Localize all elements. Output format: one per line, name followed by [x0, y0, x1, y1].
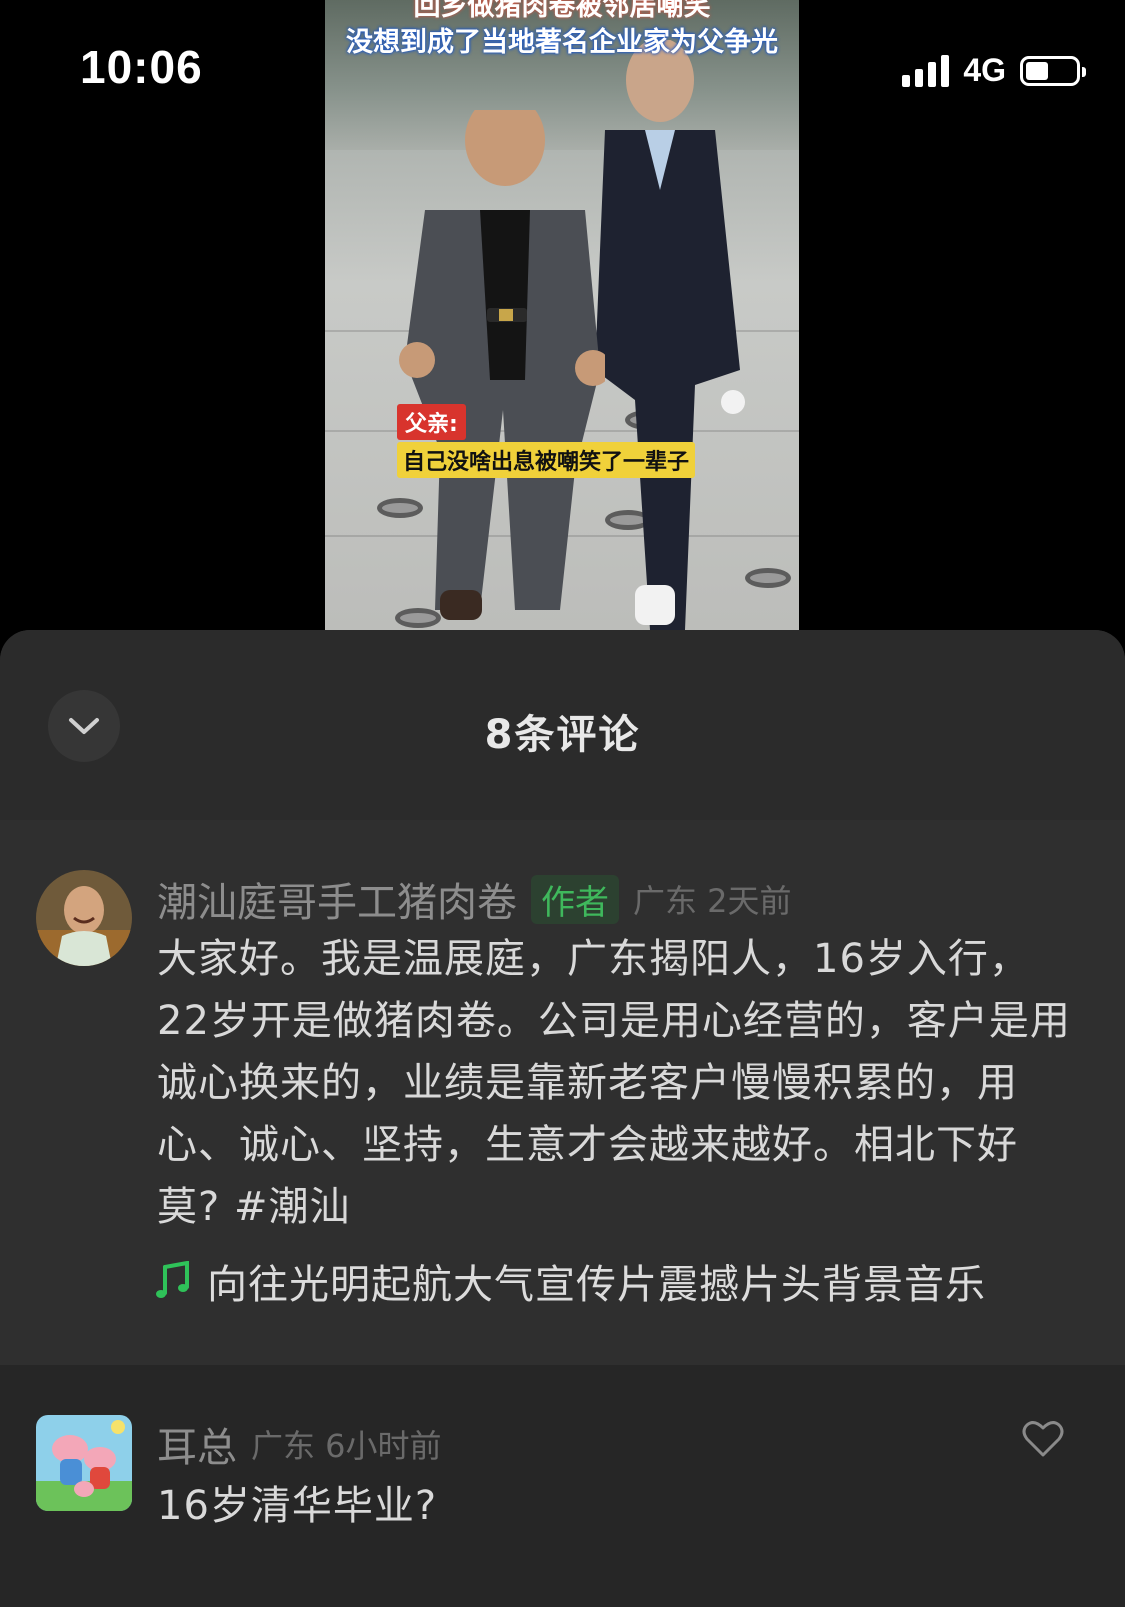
comment-location-time: 广东 6小时前 — [251, 1427, 442, 1465]
author-comment: 潮汕庭哥手工猪肉卷 作者 广东 2天前 大家好。我是温展庭，广东揭阳人，16岁入… — [0, 820, 1125, 1365]
comment-username[interactable]: 耳总 — [157, 1415, 237, 1473]
comment-meta: 耳总 广东 6小时前 — [157, 1415, 442, 1473]
avatar[interactable] — [36, 870, 132, 966]
comment-username[interactable]: 潮汕庭哥手工猪肉卷 — [157, 870, 517, 928]
battery-level — [1026, 61, 1048, 80]
status-bar: 10:06 4G — [0, 0, 1125, 140]
battery-icon — [1020, 55, 1086, 86]
video-caption-text: 自己没啥出息被嘲笑了一辈子 — [397, 442, 696, 478]
music-note-icon — [156, 1261, 189, 1298]
comments-count-title: 8条评论 — [484, 712, 641, 758]
signal-strength-icon — [902, 54, 950, 87]
music-title: 向往光明起航大气宣传片震撼片头背景音乐 — [207, 1262, 986, 1308]
comments-list: 潮汕庭哥手工猪肉卷 作者 广东 2天前 大家好。我是温展庭，广东揭阳人，16岁入… — [0, 820, 1125, 1607]
comment-meta: 潮汕庭哥手工猪肉卷 作者 广东 2天前 — [157, 870, 792, 928]
heart-outline-icon[interactable] — [1021, 1417, 1065, 1461]
status-icons: 4G — [902, 52, 1086, 89]
author-badge: 作者 — [531, 874, 619, 924]
network-type: 4G — [963, 52, 1006, 88]
comments-sheet: 8条评论 潮汕庭哥手工猪肉卷 作者 广东 2天前 大家好。我是温展庭，广东揭阳人… — [0, 630, 1125, 1607]
comment-location-time: 广东 2天前 — [633, 882, 792, 920]
comment-text: 大家好。我是温展庭，广东揭阳人，16岁入行，22岁开是做猪肉卷。公司是用心经营的… — [157, 936, 1071, 1230]
peppa-pig-avatar-image — [36, 1415, 132, 1511]
music-link[interactable]: 向往光明起航大气宣传片震撼片头背景音乐 — [153, 1252, 1083, 1310]
person-left-figure — [399, 110, 605, 620]
comment-item: 耳总 广东 6小时前 16岁清华毕业? — [0, 1365, 1125, 1607]
status-time: 10:06 — [80, 41, 203, 93]
comment-text: 16岁清华毕业? — [157, 1483, 438, 1529]
avatar[interactable] — [36, 1415, 132, 1511]
sheet-header: 8条评论 — [0, 630, 1125, 820]
author-avatar-image — [36, 870, 132, 966]
video-caption-speaker: 父亲: — [397, 404, 466, 440]
